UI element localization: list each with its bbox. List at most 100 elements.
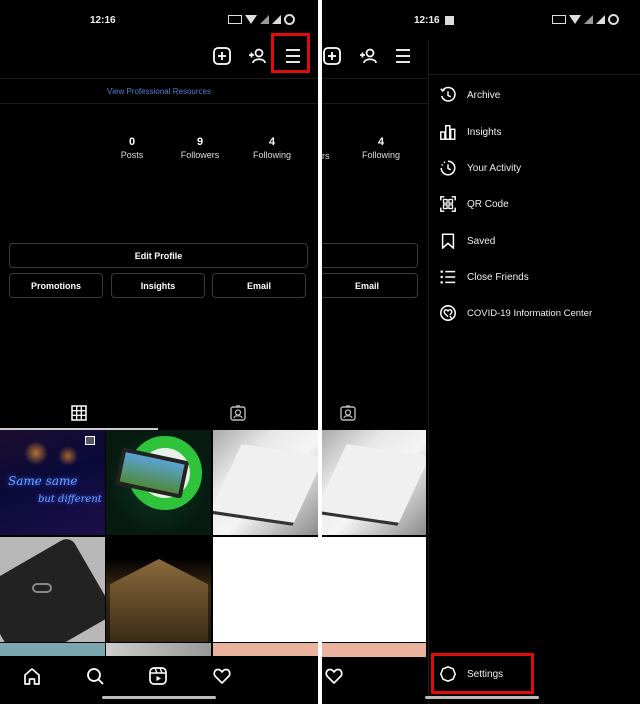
drawer-item-qr-code[interactable]: QR Code xyxy=(439,190,634,218)
post-thumbnail[interactable] xyxy=(322,430,426,535)
stat-value: 4 xyxy=(377,136,385,148)
post-thumbnail[interactable] xyxy=(213,643,318,657)
drawer-item-settings[interactable]: Settings xyxy=(439,660,589,688)
tab-tagged[interactable] xyxy=(322,396,374,430)
camera-module xyxy=(32,583,52,593)
status-bar: 12:16 xyxy=(322,0,640,40)
post-thumbnail[interactable] xyxy=(0,537,105,642)
insights-icon xyxy=(440,124,456,140)
drawer-item-archive[interactable]: Archive xyxy=(439,81,634,109)
tab-tagged[interactable] xyxy=(158,396,318,430)
drawer-item-close-friends[interactable]: Close Friends xyxy=(439,263,634,291)
discover-people-icon xyxy=(360,48,377,64)
neon-text-2: but different xyxy=(38,494,102,505)
post-thumbnail[interactable] xyxy=(322,643,426,657)
stat-value: 4 xyxy=(268,136,276,148)
stat-label: Following xyxy=(361,150,401,160)
drawer-header xyxy=(429,40,640,75)
drawer-item-your-activity[interactable]: Your Activity xyxy=(439,154,634,182)
drawer-item-covid-info[interactable]: COVID-19 Information Center xyxy=(439,299,639,327)
post-thumbnail[interactable] xyxy=(0,643,105,657)
signal-icon xyxy=(584,15,593,24)
post-thumbnail[interactable]: Same same but different xyxy=(0,430,105,535)
discover-people-button[interactable] xyxy=(245,44,269,68)
menu-button[interactable] xyxy=(281,44,305,68)
activity-icon xyxy=(440,160,456,176)
drawer-item-saved[interactable]: Saved xyxy=(439,227,634,255)
stat-posts[interactable]: 0 Posts xyxy=(97,136,167,160)
drawer-item-label: COVID-19 Information Center xyxy=(467,307,593,319)
nav-reels[interactable] xyxy=(146,664,170,688)
side-drawer: Archive Insights Your Activity QR Code S… xyxy=(428,40,640,704)
drawer-item-label: QR Code xyxy=(467,198,509,210)
tagged-icon xyxy=(230,405,246,421)
stat-followers[interactable]: 9 Followers xyxy=(165,136,235,160)
post-thumbnail[interactable] xyxy=(322,537,426,642)
status-time: 12:16 xyxy=(414,15,440,26)
laptop-lid xyxy=(213,444,318,526)
stat-label-cut: rs xyxy=(322,151,330,161)
nav-search[interactable] xyxy=(83,664,107,688)
drawer-item-insights[interactable]: Insights xyxy=(439,118,634,146)
tab-grid[interactable] xyxy=(0,396,158,430)
email-button[interactable]: Email xyxy=(322,273,418,298)
stat-label: Followers xyxy=(180,150,220,160)
nav-activity[interactable] xyxy=(210,664,234,688)
neon-text-1: Same same xyxy=(8,474,78,488)
building xyxy=(110,559,208,642)
settings-icon xyxy=(440,666,456,682)
covid-info-icon xyxy=(440,305,456,321)
new-post-button[interactable] xyxy=(210,44,234,68)
qr-code-icon xyxy=(440,196,456,212)
menu-button[interactable] xyxy=(391,44,415,68)
status-icons xyxy=(552,14,619,25)
image-notification-icon xyxy=(445,16,454,25)
post-thumbnail[interactable] xyxy=(106,430,211,535)
home-icon xyxy=(24,668,40,685)
profile-screen: 12:16 View Professional Resources 0 Post… xyxy=(0,0,318,704)
new-post-button[interactable] xyxy=(322,44,344,68)
drawer-item-label: Settings xyxy=(467,668,504,680)
promotions-button[interactable]: Promotions xyxy=(9,273,103,298)
stat-label: Following xyxy=(252,150,292,160)
wifi-icon xyxy=(569,15,581,24)
menu-icon xyxy=(286,49,300,63)
signal-icon xyxy=(272,15,281,24)
archive-icon xyxy=(440,86,456,102)
nav-activity[interactable] xyxy=(322,664,346,688)
wifi-icon xyxy=(245,15,257,24)
new-post-icon xyxy=(213,47,231,65)
insights-button[interactable]: Insights xyxy=(111,273,205,298)
discover-people-button[interactable] xyxy=(356,44,380,68)
post-thumbnail[interactable] xyxy=(106,537,211,642)
battery-icon xyxy=(284,14,295,25)
close-friends-icon xyxy=(440,270,456,284)
post-thumbnail[interactable] xyxy=(106,643,211,657)
email-button[interactable]: Email xyxy=(212,273,306,298)
professional-resources-bar xyxy=(322,78,428,104)
laptop-lid xyxy=(322,444,426,526)
edit-profile-button[interactable]: Edit Profile xyxy=(9,243,308,268)
profile-tabs xyxy=(0,396,318,430)
post-thumbnail[interactable] xyxy=(213,537,318,642)
discover-people-icon xyxy=(249,48,266,64)
edit-profile-button[interactable] xyxy=(322,243,418,268)
nav-home[interactable] xyxy=(20,664,44,688)
signal-icon xyxy=(260,15,269,24)
professional-resources-link[interactable]: View Professional Resources xyxy=(0,78,318,104)
stat-following[interactable]: 4 Following xyxy=(346,136,416,160)
signal-icon xyxy=(596,15,605,24)
menu-icon xyxy=(396,49,410,63)
drawer-item-label: Close Friends xyxy=(467,271,529,283)
stat-value: 0 xyxy=(128,136,136,148)
post-thumbnail[interactable] xyxy=(213,430,318,535)
stat-value: 9 xyxy=(196,136,204,148)
home-indicator xyxy=(425,696,539,699)
stat-following[interactable]: 4 Following xyxy=(237,136,307,160)
tagged-icon xyxy=(340,405,356,421)
carousel-icon xyxy=(85,436,95,445)
drawer-item-label: Archive xyxy=(467,89,501,101)
battery-icon xyxy=(608,14,619,25)
lights-decoration xyxy=(12,438,92,468)
stat-label: Posts xyxy=(120,150,144,160)
